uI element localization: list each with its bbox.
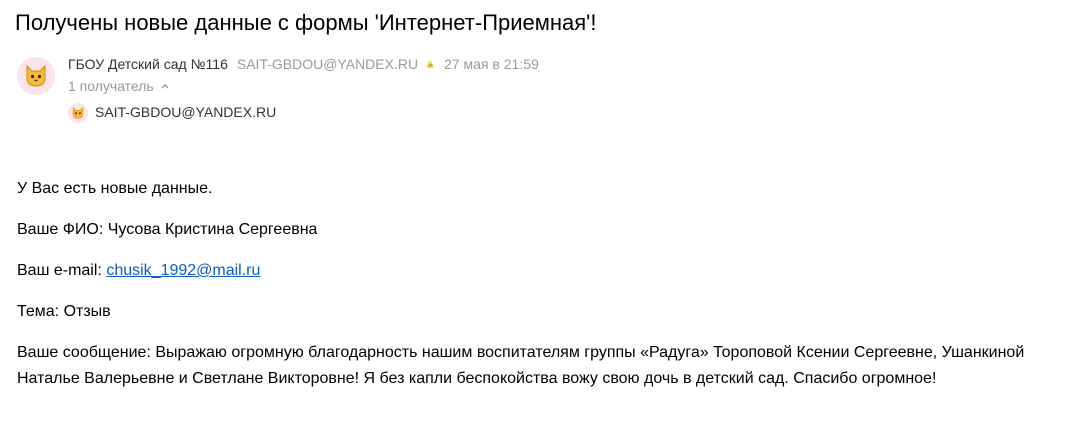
recipient-avatar [68,103,88,123]
fio-label: Ваше ФИО: [17,221,108,238]
topic-label: Тема: [17,303,64,320]
sender-line: ГБОУ Детский сад №116 SAIT-GBDOU@YANDEX.… [68,54,539,74]
sender-email[interactable]: SAIT-GBDOU@YANDEX.RU [237,54,418,74]
email-link[interactable]: chusik_1992@mail.ru [106,262,260,279]
recipients-toggle[interactable]: 1 получатель [68,76,170,96]
chevron-up-icon [161,84,169,89]
topic-line: Тема: Отзыв [17,302,1057,322]
email-view: Получены новые данные с формы 'Интернет-… [0,0,1074,434]
topic-value: Отзыв [63,303,111,320]
email-date: 27 мая в 21:59 [444,56,539,72]
fio-value: Чусова Кристина Сергеевна [107,221,318,238]
recipients-count: 1 получатель [68,78,154,94]
recipient-email[interactable]: SAIT-GBDOU@YANDEX.RU [95,102,276,122]
email-line: Ваш e-mail: chusik_1992@mail.ru [17,261,1057,281]
sender-avatar[interactable] [17,57,55,95]
message-value: Выражаю огромную благодарность нашим вос… [17,344,1025,387]
message-line: Ваше сообщение: Выражаю огромную благода… [17,340,1057,392]
sender-name[interactable]: ГБОУ Детский сад №116 [68,54,228,74]
cat-face-icon [72,106,84,119]
fio-line: Ваше ФИО: Чусова Кристина Сергеевна [17,220,1057,240]
email-body: У Вас есть новые данные. Ваше ФИО: Чусов… [17,179,1057,395]
email-subject: Получены новые данные с формы 'Интернет-… [15,10,597,35]
email-label: Ваш e-mail: [17,262,107,279]
cat-face-icon [26,64,46,87]
intro-text: У Вас есть новые данные. [17,180,213,197]
message-label: Ваше сообщение: [17,344,156,361]
verified-sender-icon[interactable] [424,58,436,70]
